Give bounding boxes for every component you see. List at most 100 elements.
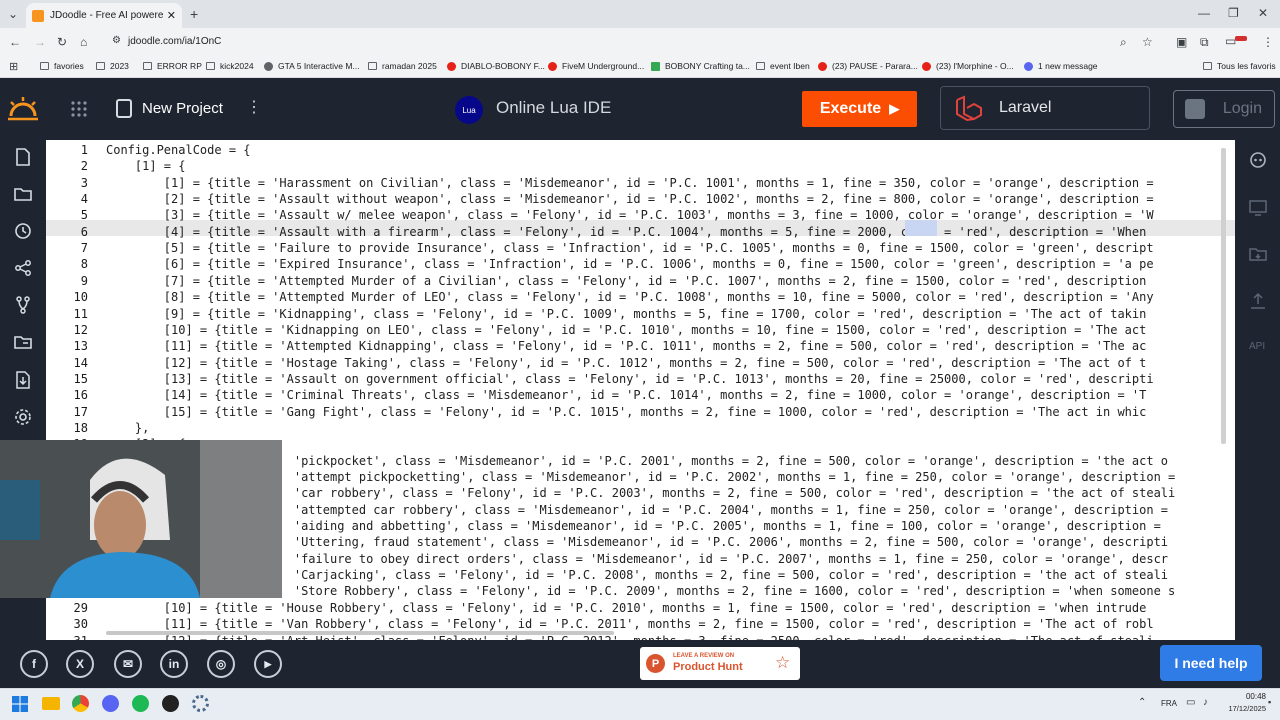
site-info-icon[interactable]: ⚙ <box>112 35 121 46</box>
code-line[interactable]: [12] = {title = 'Hostage Taking', class … <box>106 356 1147 370</box>
back-icon[interactable]: ← <box>9 35 21 49</box>
tab-list-icon[interactable]: ⌄ <box>8 7 18 21</box>
code-line[interactable]: [11] = {title = 'Van Robbery', class = '… <box>106 617 1154 631</box>
vertical-scrollbar[interactable] <box>1221 148 1226 444</box>
app-icon[interactable] <box>162 695 179 712</box>
discord-icon[interactable] <box>102 695 119 712</box>
code-line[interactable]: [14] = {title = 'Criminal Threats', clas… <box>106 388 1147 402</box>
new-tab-icon[interactable]: + <box>190 6 198 22</box>
kebab-menu-icon[interactable]: ⋮ <box>246 98 262 118</box>
bookmark-error-rp[interactable]: ERROR RP <box>143 61 202 71</box>
new-project-file-icon[interactable] <box>116 99 132 118</box>
tab-close-icon[interactable]: ✕ <box>167 9 176 22</box>
youtube-icon[interactable]: ▶ <box>254 650 282 678</box>
settings-gear-icon[interactable] <box>14 408 32 426</box>
extension-icon[interactable]: ▣ <box>1176 35 1187 49</box>
import-folder-icon[interactable] <box>1249 245 1267 263</box>
apps-grid-icon[interactable]: ⊞ <box>9 60 18 73</box>
minimize-icon[interactable]: — <box>1198 6 1210 20</box>
code-line[interactable]: [11] = {title = 'Attempted Kidnapping', … <box>106 339 1147 353</box>
bookmark-gta5[interactable]: GTA 5 Interactive M... <box>264 61 360 71</box>
clock-date[interactable]: 17/12/2025 <box>1224 704 1266 713</box>
execute-button[interactable]: Execute ▶ <box>802 91 917 127</box>
ai-assistant-icon[interactable] <box>1249 151 1267 169</box>
bookmark-message[interactable]: 1 new message <box>1024 61 1098 71</box>
spotify-icon[interactable] <box>132 695 149 712</box>
code-line[interactable]: [3] = {title = 'Assault w/ melee weapon'… <box>106 208 1154 222</box>
settings-app-icon[interactable] <box>192 695 209 712</box>
facebook-icon[interactable]: f <box>20 650 48 678</box>
linkedin-icon[interactable]: in <box>160 650 188 678</box>
history-icon[interactable] <box>14 222 32 240</box>
upload-icon[interactable] <box>1249 292 1267 310</box>
maximize-icon[interactable]: ❐ <box>1228 6 1239 20</box>
bookmark-diablo[interactable]: DIABLO-BOBONY F... <box>447 61 545 71</box>
code-line[interactable]: }, <box>106 421 149 435</box>
code-line[interactable]: [6] = {title = 'Expired Insurance', clas… <box>106 257 1154 271</box>
folder-icon[interactable] <box>14 185 32 203</box>
volume-icon[interactable]: ♪ <box>1203 697 1208 708</box>
browser-tab[interactable]: JDoodle - Free AI powered Onl ✕ <box>26 3 182 28</box>
x-icon[interactable]: X <box>66 650 94 678</box>
language-indicator[interactable]: FRA <box>1161 699 1177 708</box>
browser-menu-icon[interactable]: ⋮ <box>1262 35 1274 49</box>
bookmark-fivem[interactable]: FiveM Underground... <box>548 61 644 71</box>
bookmark-morphine[interactable]: (23) l'Morphine - O... <box>922 61 1014 71</box>
file-icon[interactable] <box>14 148 32 166</box>
bookmark-kick2024[interactable]: kick2024 <box>206 61 254 71</box>
network-icon[interactable]: ▭ <box>1186 697 1195 708</box>
instagram-icon[interactable]: ◎ <box>207 650 235 678</box>
help-button[interactable]: I need help <box>1160 645 1262 681</box>
bookmark-pause[interactable]: (23) PAUSE - Parara... <box>818 61 918 71</box>
bookmark-label: favories <box>54 61 84 71</box>
url-input[interactable]: jdoodle.com/ia/1OnC <box>102 31 1162 53</box>
bookmark-favories[interactable]: favories <box>40 61 84 71</box>
terminal-icon[interactable] <box>1249 198 1267 216</box>
file-explorer-icon[interactable] <box>42 697 60 710</box>
new-project-button[interactable]: New Project <box>142 100 223 117</box>
code-line[interactable]: [9] = {title = 'Kidnapping', class = 'Fe… <box>106 307 1147 321</box>
product-hunt-badge[interactable]: P LEAVE A REVIEW ON Product Hunt ☆ <box>640 647 800 680</box>
notification-icon[interactable]: ▪ <box>1268 697 1271 707</box>
code-line[interactable]: [10] = {title = 'Kidnapping on LEO', cla… <box>106 323 1147 337</box>
code-line[interactable]: [1] = {title = 'Harassment on Civilian',… <box>106 176 1154 190</box>
youtube-site-icon <box>818 61 827 71</box>
window-close-icon[interactable]: ✕ <box>1258 6 1268 20</box>
code-line[interactable]: [7] = {title = 'Attempted Murder of a Ci… <box>106 274 1147 288</box>
git-branch-icon[interactable] <box>14 296 32 314</box>
bookmark-2023[interactable]: 2023 <box>96 61 129 71</box>
horizontal-scrollbar[interactable] <box>106 631 614 635</box>
chrome-icon[interactable] <box>72 695 89 712</box>
bookmark-event[interactable]: event Iben <box>756 61 810 71</box>
mail-icon[interactable]: ✉ <box>114 650 142 678</box>
windows-start-icon[interactable] <box>12 696 28 712</box>
bookmark-bobony[interactable]: BOBONY Crafting ta... <box>651 61 750 71</box>
code-line[interactable]: [13] = {title = 'Assault on government o… <box>106 372 1154 386</box>
tray-chevron-icon[interactable]: ⌃ <box>1138 697 1146 708</box>
other-bookmarks[interactable]: Tous les favoris <box>1203 61 1276 71</box>
bookmark-star-icon[interactable]: ☆ <box>1142 35 1153 49</box>
jdoodle-logo-icon[interactable] <box>6 96 40 122</box>
code-line[interactable]: [2] = {title = 'Assault without weapon',… <box>106 192 1154 206</box>
message-site-icon <box>1024 61 1033 71</box>
zoom-icon[interactable]: ⌕ <box>1120 35 1127 50</box>
code-line[interactable]: [4] = {title = 'Assault with a firearm',… <box>106 225 1147 239</box>
download-icon[interactable] <box>14 371 32 389</box>
line-number: 17 <box>73 404 88 419</box>
grid-dots-icon[interactable] <box>70 100 88 118</box>
forward-icon[interactable]: → <box>34 35 46 49</box>
code-line[interactable]: [8] = {title = 'Attempted Murder of LEO'… <box>106 290 1154 304</box>
clock-time[interactable]: 00:48 <box>1230 692 1266 701</box>
code-line[interactable]: Config.PenalCode = { <box>106 143 251 157</box>
code-line[interactable]: [15] = {title = 'Gang Fight', class = 'F… <box>106 405 1147 419</box>
code-line[interactable]: [10] = {title = 'House Robbery', class =… <box>106 601 1147 615</box>
code-line[interactable]: [1] = { <box>106 159 186 173</box>
bookmark-ramadan[interactable]: ramadan 2025 <box>368 61 437 71</box>
share-icon[interactable] <box>14 259 32 277</box>
extensions-puzzle-icon[interactable]: ⧉ <box>1200 35 1209 50</box>
code-line[interactable]: [5] = {title = 'Failure to provide Insur… <box>106 241 1154 255</box>
open-folder-icon[interactable] <box>14 333 32 351</box>
api-label[interactable]: API <box>1249 341 1265 352</box>
reload-icon[interactable]: ↻ <box>57 35 67 49</box>
home-icon[interactable]: ⌂ <box>80 35 87 49</box>
